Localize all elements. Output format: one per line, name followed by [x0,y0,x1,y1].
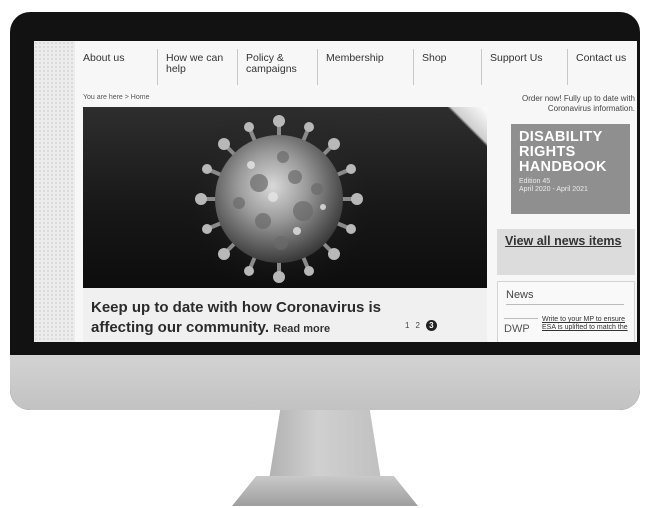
pager-page-1[interactable]: 1 [405,321,409,330]
news-heading: News [506,289,624,305]
hero-title[interactable]: Keep up to date with how Coronavirus is … [91,298,421,339]
monitor-stand-neck [269,410,381,480]
monitor-screen: About us How we can help Policy & campai… [34,41,637,342]
handbook-title: DISABILITY RIGHTS HANDBOOK [519,129,607,175]
hero-caption: Keep up to date with how Coronavirus is … [83,288,487,342]
nav-shop[interactable]: Shop [413,49,481,85]
nav-membership[interactable]: Membership [317,49,413,85]
view-all-news-link[interactable]: View all news items [497,229,635,275]
handbook-promo[interactable]: DISABILITY RIGHTS HANDBOOK Edition 45 Ap… [511,124,630,214]
nav-contact-us[interactable]: Contact us [567,49,637,85]
order-now-text: Order now! Fully up to date with Coronav… [522,94,635,113]
nav-how-we-can-help[interactable]: How we can help [157,49,237,85]
news-item-link[interactable]: Write to your MP to ensure ESA is uplift… [542,316,630,332]
monitor-bezel: About us How we can help Policy & campai… [10,12,640,410]
nav-policy-campaigns[interactable]: Policy & campaigns [237,49,317,85]
main-nav: About us How we can help Policy & campai… [75,49,637,85]
news-panel: News DWP Write to your MP to ensure ESA … [497,281,635,342]
monitor-stand-base [232,476,418,506]
dwp-logo: DWP [504,318,538,342]
nav-about-us[interactable]: About us [75,49,157,85]
hero-title-text: Keep up to date with how Coronavirus is … [91,299,382,336]
handbook-edition: Edition 45 [519,178,551,185]
pager-page-3-active[interactable]: 3 [425,320,437,331]
slide-pager: 1 2 3 [405,320,437,331]
coronavirus-image [181,107,377,288]
nav-support-us[interactable]: Support Us [481,49,567,85]
breadcrumb: You are here > Home [83,94,150,101]
read-more-link[interactable]: Read more [273,323,330,335]
web-page: About us How we can help Policy & campai… [75,41,637,342]
page-curl-icon [447,107,487,147]
hero-banner[interactable] [83,107,487,288]
handbook-dates: April 2020 - April 2021 [519,186,588,193]
pager-page-2[interactable]: 2 [415,321,419,330]
monitor-chin [10,355,640,410]
